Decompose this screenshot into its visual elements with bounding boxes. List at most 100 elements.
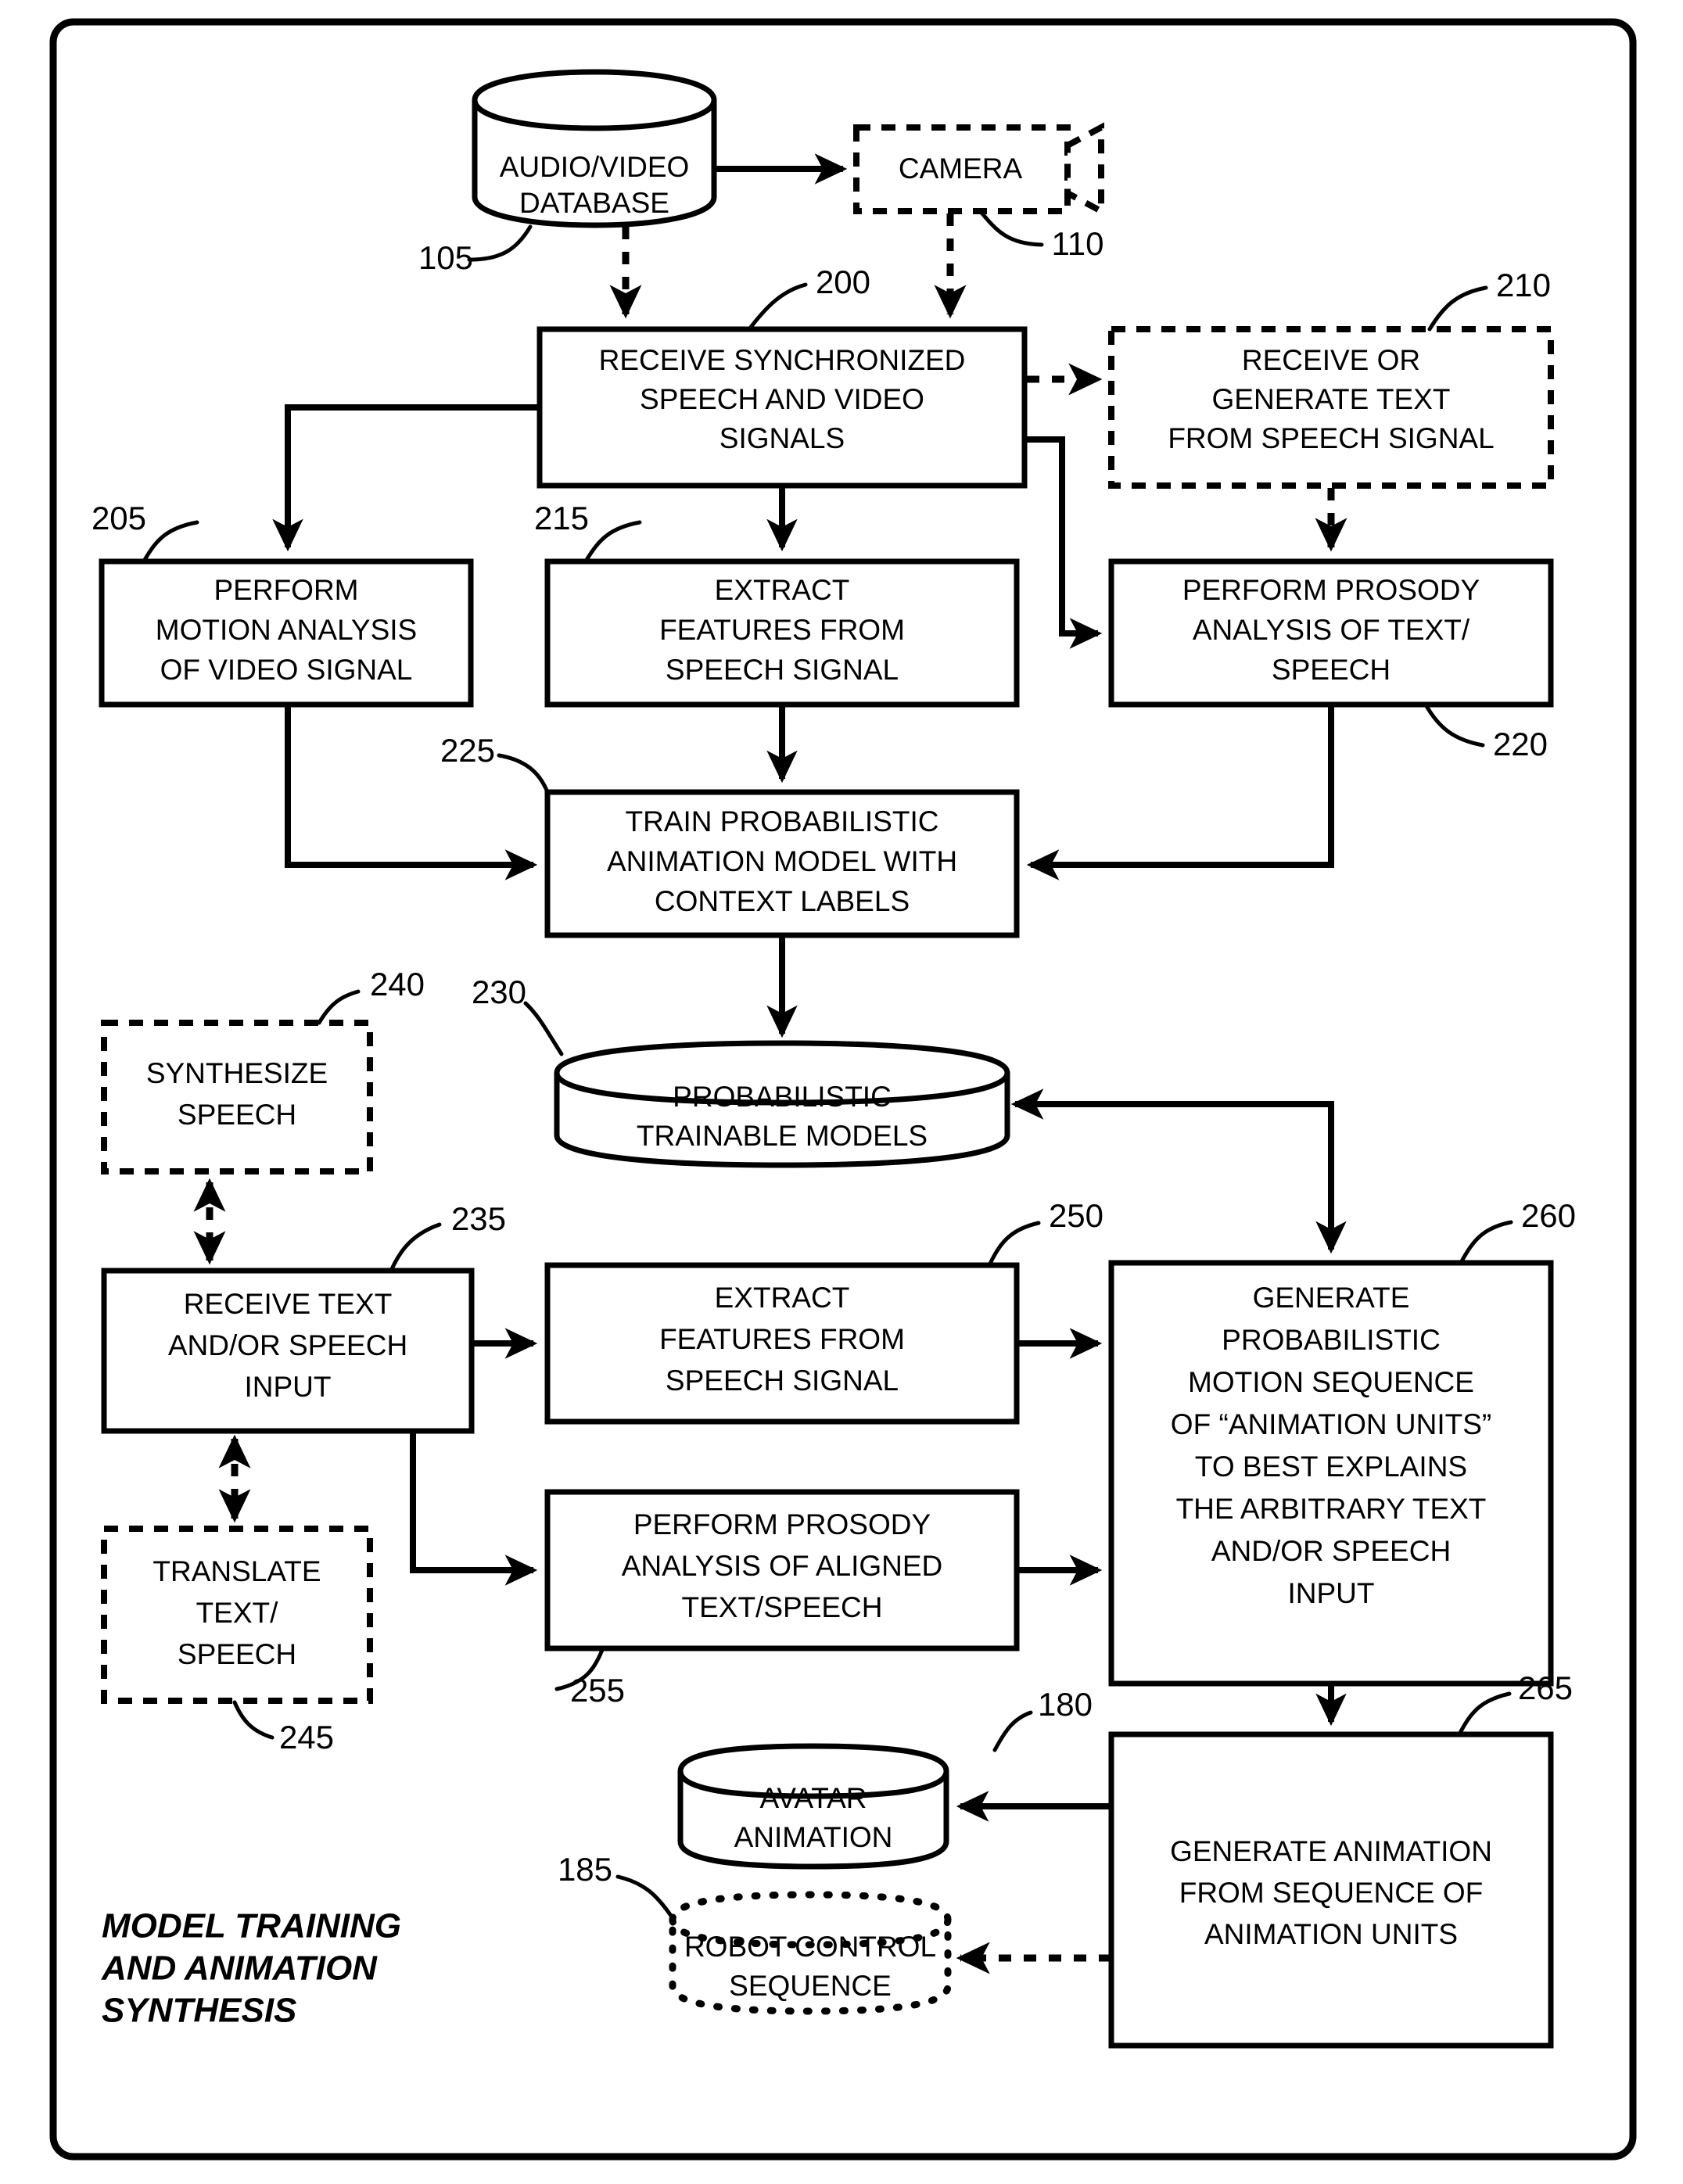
node-label-line-1: FEATURES FROM [659,614,905,646]
ref-number: 260 [1521,1197,1576,1234]
ref-callout-245: 245 [232,1700,334,1755]
node-label-line-0: PERFORM PROSODY [1182,574,1480,606]
ref-number: 215 [534,500,589,536]
node-label-line-5: THE ARBITRARY TEXT [1176,1493,1487,1525]
node-label-line-7: INPUT [1288,1577,1375,1609]
node-receive-text-speech-input: RECEIVE TEXT AND/OR SPEECH INPUT [101,1268,475,1434]
node-label-line-1: MOTION ANALYSIS [156,614,417,646]
node-label-line-1: ANALYSIS OF TEXT/ [1193,614,1470,646]
node-label-line-0: PROBABILISTIC [673,1081,892,1113]
ref-number: 105 [418,239,473,276]
node-label-line-2: SPEECH [1272,654,1391,686]
ref-callout-255: 255 [554,1648,625,1709]
node-label-line-0: CAMERA [899,152,1023,185]
node-label-line-2: SPEECH SIGNAL [666,1365,899,1397]
ref-callout-180: 180 [992,1686,1093,1752]
ref-callout-240: 240 [317,966,425,1025]
ref-number: 205 [92,500,146,536]
node-avatar-animation: AVATAR ANIMATION [677,1743,949,1870]
ref-number: 200 [816,264,870,300]
node-label-line-2: TEXT/SPEECH [682,1591,883,1623]
figure-title: MODEL TRAINING AND ANIMATION SYNTHESIS [101,1907,401,2030]
ref-number: 235 [451,1200,506,1237]
ref-callout-205: 205 [92,500,199,562]
node-label-line-0: PERFORM [214,574,359,606]
node-label-line-2: INPUT [245,1371,332,1403]
ref-number: 220 [1493,726,1548,762]
ref-number: 210 [1496,267,1551,303]
ref-callout-110: 110 [979,210,1104,262]
node-label-line-2: SPEECH SIGNAL [666,654,899,686]
node-label-line-1: SPEECH [178,1099,296,1131]
node-label-line-0: EXTRACT [715,1282,850,1314]
node-label-line-1: ANIMATION [734,1821,893,1853]
figure-title-line-1: AND ANIMATION [101,1949,378,1988]
node-label-line-2: SIGNALS [719,422,845,454]
node-train-probabilistic-model: TRAIN PROBABILISTIC ANIMATION MODEL WITH… [544,789,1020,938]
ref-number: 250 [1049,1197,1103,1234]
node-extract-features-training: EXTRACT FEATURES FROM SPEECH SIGNAL [544,558,1020,708]
ref-number: 110 [1052,225,1104,262]
node-label-line-0: AVATAR [759,1782,867,1814]
connector-200-to-205 [272,404,540,552]
node-audio-video-database: AUDIO/VIDEO DATABASE [472,69,717,228]
node-label-line-1: SPEECH AND VIDEO [640,383,924,415]
node-label-line-1: DATABASE [519,187,669,219]
node-label-line-1: FROM SEQUENCE OF [1179,1877,1484,1909]
node-receive-synchronized-signals: RECEIVE SYNCHRONIZED SPEECH AND VIDEO SI… [536,326,1028,489]
ref-number: 225 [440,732,495,769]
node-receive-or-generate-text: RECEIVE OR GENERATE TEXT FROM SPEECH SIG… [1108,326,1554,489]
node-label-line-0: EXTRACT [715,574,850,606]
node-generate-animation: GENERATE ANIMATION FROM SEQUENCE OF ANIM… [1108,1731,1554,2049]
node-translate-text-speech: TRANSLATE TEXT/ SPEECH [101,1526,373,1704]
ref-number: 255 [570,1672,625,1709]
node-label-line-1: AND/OR SPEECH [168,1329,407,1361]
node-label-line-0: SYNTHESIZE [146,1057,328,1089]
node-label-line-0: RECEIVE SYNCHRONIZED [599,344,966,376]
ref-callout-235: 235 [389,1200,506,1273]
node-synthesize-speech: SYNTHESIZE SPEECH [101,1020,373,1174]
ref-number: 230 [472,974,526,1010]
connector-235-to-255 [410,1433,538,1586]
node-robot-control-sequence: ROBOT CONTROL SEQUENCE [669,1891,952,2015]
node-label-line-2: MOTION SEQUENCE [1188,1366,1474,1398]
node-label-line-2: SPEECH [178,1638,296,1670]
ref-number: 245 [279,1719,334,1755]
node-label-line-1: FEATURES FROM [659,1323,905,1355]
node-label-line-2: CONTEXT LABELS [655,885,910,917]
node-label-line-1: ANALYSIS OF ALIGNED [622,1550,943,1582]
ref-callout-215: 215 [534,500,642,562]
node-perform-prosody-analysis-aligned: PERFORM PROSODY ANALYSIS OF ALIGNED TEXT… [544,1489,1020,1651]
node-label-line-0: TRAIN PROBABILISTIC [626,805,939,837]
node-label-line-4: TO BEST EXPLAINS [1195,1451,1467,1483]
node-label-line-1: ANIMATION MODEL WITH [607,845,957,877]
ref-callout-230: 230 [472,974,564,1056]
node-label-line-0: GENERATE [1253,1282,1410,1314]
node-label-line-0: GENERATE ANIMATION [1170,1835,1492,1867]
node-perform-motion-analysis: PERFORM MOTION ANALYSIS OF VIDEO SIGNAL [99,558,474,708]
connector-205-to-225 [285,707,538,880]
node-camera: CAMERA [853,122,1104,217]
node-label-line-1: TEXT/ [196,1597,279,1629]
connector-200-to-220 [1025,436,1103,649]
patent-figure: AUDIO/VIDEO DATABASE 105 CAMERA 110 RECE… [0,0,1683,2184]
node-label-line-1: PROBABILISTIC [1222,1324,1441,1356]
ref-callout-200: 200 [747,264,870,332]
node-label-line-0: RECEIVE OR [1242,344,1420,376]
ref-number: 180 [1038,1686,1093,1723]
ref-callout-260: 260 [1459,1197,1576,1265]
node-label-line-0: AUDIO/VIDEO [500,151,690,183]
node-label-line-2: ANIMATION UNITS [1204,1918,1458,1950]
node-label-line-0: ROBOT CONTROL [684,1931,936,1963]
node-label-line-3: OF “ANIMATION UNITS” [1171,1408,1491,1440]
ref-callout-225: 225 [440,732,550,794]
ref-number: 265 [1518,1669,1573,1706]
node-extract-features-synthesis: EXTRACT FEATURES FROM SPEECH SIGNAL [544,1262,1020,1425]
node-label-line-1: TRAINABLE MODELS [637,1120,928,1152]
ref-callout-185: 185 [558,1851,673,1918]
node-label-line-6: AND/OR SPEECH [1211,1535,1451,1567]
ref-number: 185 [558,1851,612,1888]
node-label-line-2: OF VIDEO SIGNAL [160,654,413,686]
ref-callout-250: 250 [987,1197,1103,1268]
flowchart-canvas: AUDIO/VIDEO DATABASE 105 CAMERA 110 RECE… [49,18,1637,2161]
